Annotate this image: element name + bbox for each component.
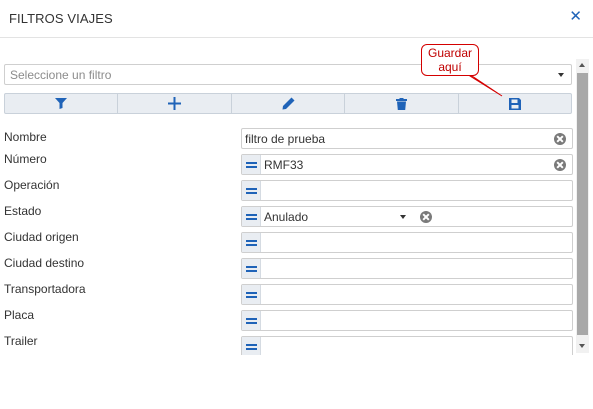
clear-icon[interactable] [554,159,566,171]
numero-field[interactable]: RMF33 [241,154,573,175]
edit-filter-button[interactable] [232,94,346,113]
field-label-ciudad-origen: Ciudad origen [4,230,79,244]
ciudad-origen-field[interactable] [241,232,573,253]
operator-icon[interactable] [242,181,261,200]
field-label-transportadora: Transportadora [4,282,86,296]
scroll-down-icon[interactable] [579,344,585,348]
operator-icon[interactable] [242,337,261,355]
trash-icon [395,97,407,110]
apply-filter-button[interactable] [5,94,119,113]
operator-icon[interactable] [242,311,261,330]
trailer-field[interactable] [241,336,573,355]
nombre-value: filtro de prueba [245,132,326,146]
dialog-header: FILTROS VIAJES ✕ [0,0,593,38]
close-icon[interactable]: ✕ [569,8,582,26]
field-label-trailer: Trailer [4,334,38,348]
transportadora-field[interactable] [241,284,573,305]
scroll-up-icon[interactable] [579,63,585,67]
operator-icon[interactable] [242,259,261,278]
operator-icon[interactable] [242,207,261,226]
filter-select-placeholder: Seleccione un filtro [10,68,112,82]
numero-value: RMF33 [264,158,304,172]
operator-icon[interactable] [242,285,261,304]
ciudad-destino-field[interactable] [241,258,573,279]
callout-pointer [468,75,503,97]
operacion-field[interactable] [241,180,573,201]
callout-line-2: aquí [438,60,462,74]
save-here-callout: Guardar aquí [421,44,479,76]
field-label-placa: Placa [4,308,35,322]
save-icon [508,97,521,110]
chevron-down-icon[interactable] [400,215,406,219]
estado-field[interactable]: Anulado [241,206,573,227]
field-label-ciudad-destino: Ciudad destino [4,256,85,270]
field-label-operacion: Operación [4,178,60,192]
dialog-content: Seleccione un filtro Guardar aquí Nombre… [0,39,593,355]
field-label-estado: Estado [4,204,42,218]
operator-icon[interactable] [242,155,261,174]
vertical-scrollbar[interactable] [576,59,589,353]
field-label-nombre: Nombre [4,130,47,144]
plus-icon [168,97,182,110]
chevron-down-icon [558,73,564,77]
filter-icon [55,98,68,109]
clear-icon[interactable] [420,211,432,223]
placa-field[interactable] [241,310,573,331]
estado-value: Anulado [264,210,309,224]
delete-filter-button[interactable] [345,94,459,113]
scrollbar-thumb[interactable] [577,73,588,335]
add-filter-button[interactable] [118,94,232,113]
callout-line-1: Guardar [427,46,473,60]
clear-icon[interactable] [554,133,566,145]
pencil-icon [282,97,295,110]
operator-icon[interactable] [242,233,261,252]
field-label-numero: Número [4,152,47,166]
nombre-field[interactable]: filtro de prueba [241,128,573,149]
dialog-title: FILTROS VIAJES [9,11,113,26]
